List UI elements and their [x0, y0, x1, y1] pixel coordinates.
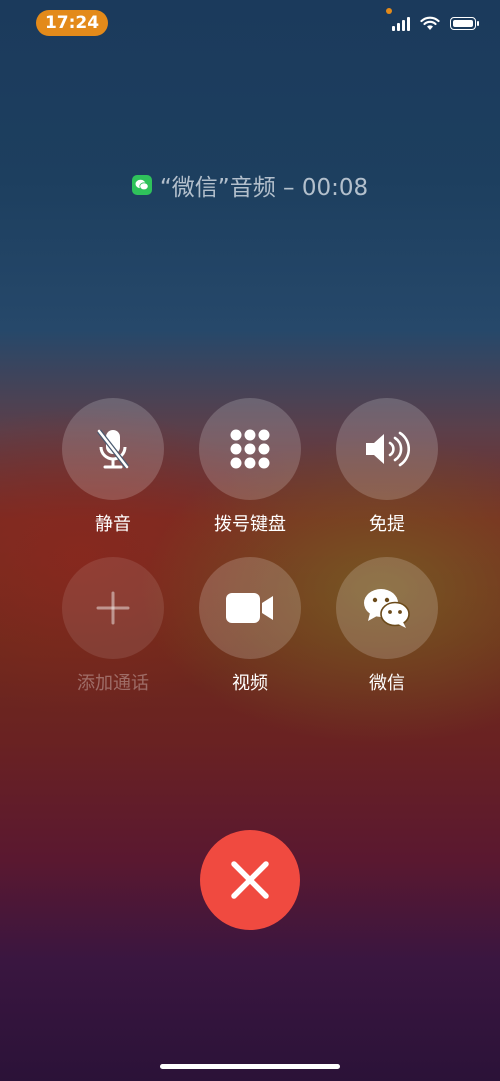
cellular-signal-icon — [392, 16, 410, 31]
add-call-label: 添加通话 — [77, 673, 149, 694]
home-indicator[interactable] — [160, 1064, 340, 1069]
mute-button[interactable]: 静音 — [61, 398, 165, 536]
mute-circle[interactable] — [62, 398, 164, 500]
wechat-label: 微信 — [369, 673, 405, 694]
wechat-button[interactable]: 微信 — [335, 557, 439, 695]
wechat-icon — [364, 589, 410, 628]
plus-icon — [96, 591, 130, 625]
speaker-circle[interactable] — [336, 398, 438, 500]
battery-icon — [450, 17, 479, 30]
video-circle[interactable] — [199, 557, 301, 659]
orange-dot-indicator — [386, 8, 392, 14]
speaker-label: 免提 — [369, 514, 405, 535]
add-call-circle[interactable] — [62, 557, 164, 659]
video-label: 视频 — [232, 673, 268, 694]
wechat-icon — [131, 175, 152, 195]
wechat-circle[interactable] — [336, 557, 438, 659]
wifi-icon — [420, 16, 440, 30]
call-title: “微信”音频 – 00:08 — [0, 168, 500, 202]
mute-label: 静音 — [95, 514, 131, 535]
status-time[interactable]: 17:24 — [36, 10, 108, 36]
mute-mic-icon — [97, 429, 129, 469]
speaker-button[interactable]: 免提 — [335, 398, 439, 536]
keypad-icon — [230, 429, 270, 469]
add-call-button[interactable]: 添加通话 — [61, 557, 165, 695]
status-icons — [392, 16, 479, 31]
keypad-circle[interactable] — [199, 398, 301, 500]
close-icon — [231, 861, 269, 899]
keypad-button[interactable]: 拨号键盘 — [198, 398, 302, 536]
call-title-text: “微信”音频 – 00:08 — [159, 175, 369, 201]
speaker-icon — [366, 431, 410, 467]
video-button[interactable]: 视频 — [198, 557, 302, 695]
end-call-button[interactable] — [200, 830, 300, 930]
call-screen: 17:24 “微信”音频 – 00:08 静音 拨号键盘 免提 添加通话 视频 … — [0, 0, 500, 1081]
keypad-label: 拨号键盘 — [214, 514, 286, 535]
video-camera-icon — [226, 593, 273, 623]
